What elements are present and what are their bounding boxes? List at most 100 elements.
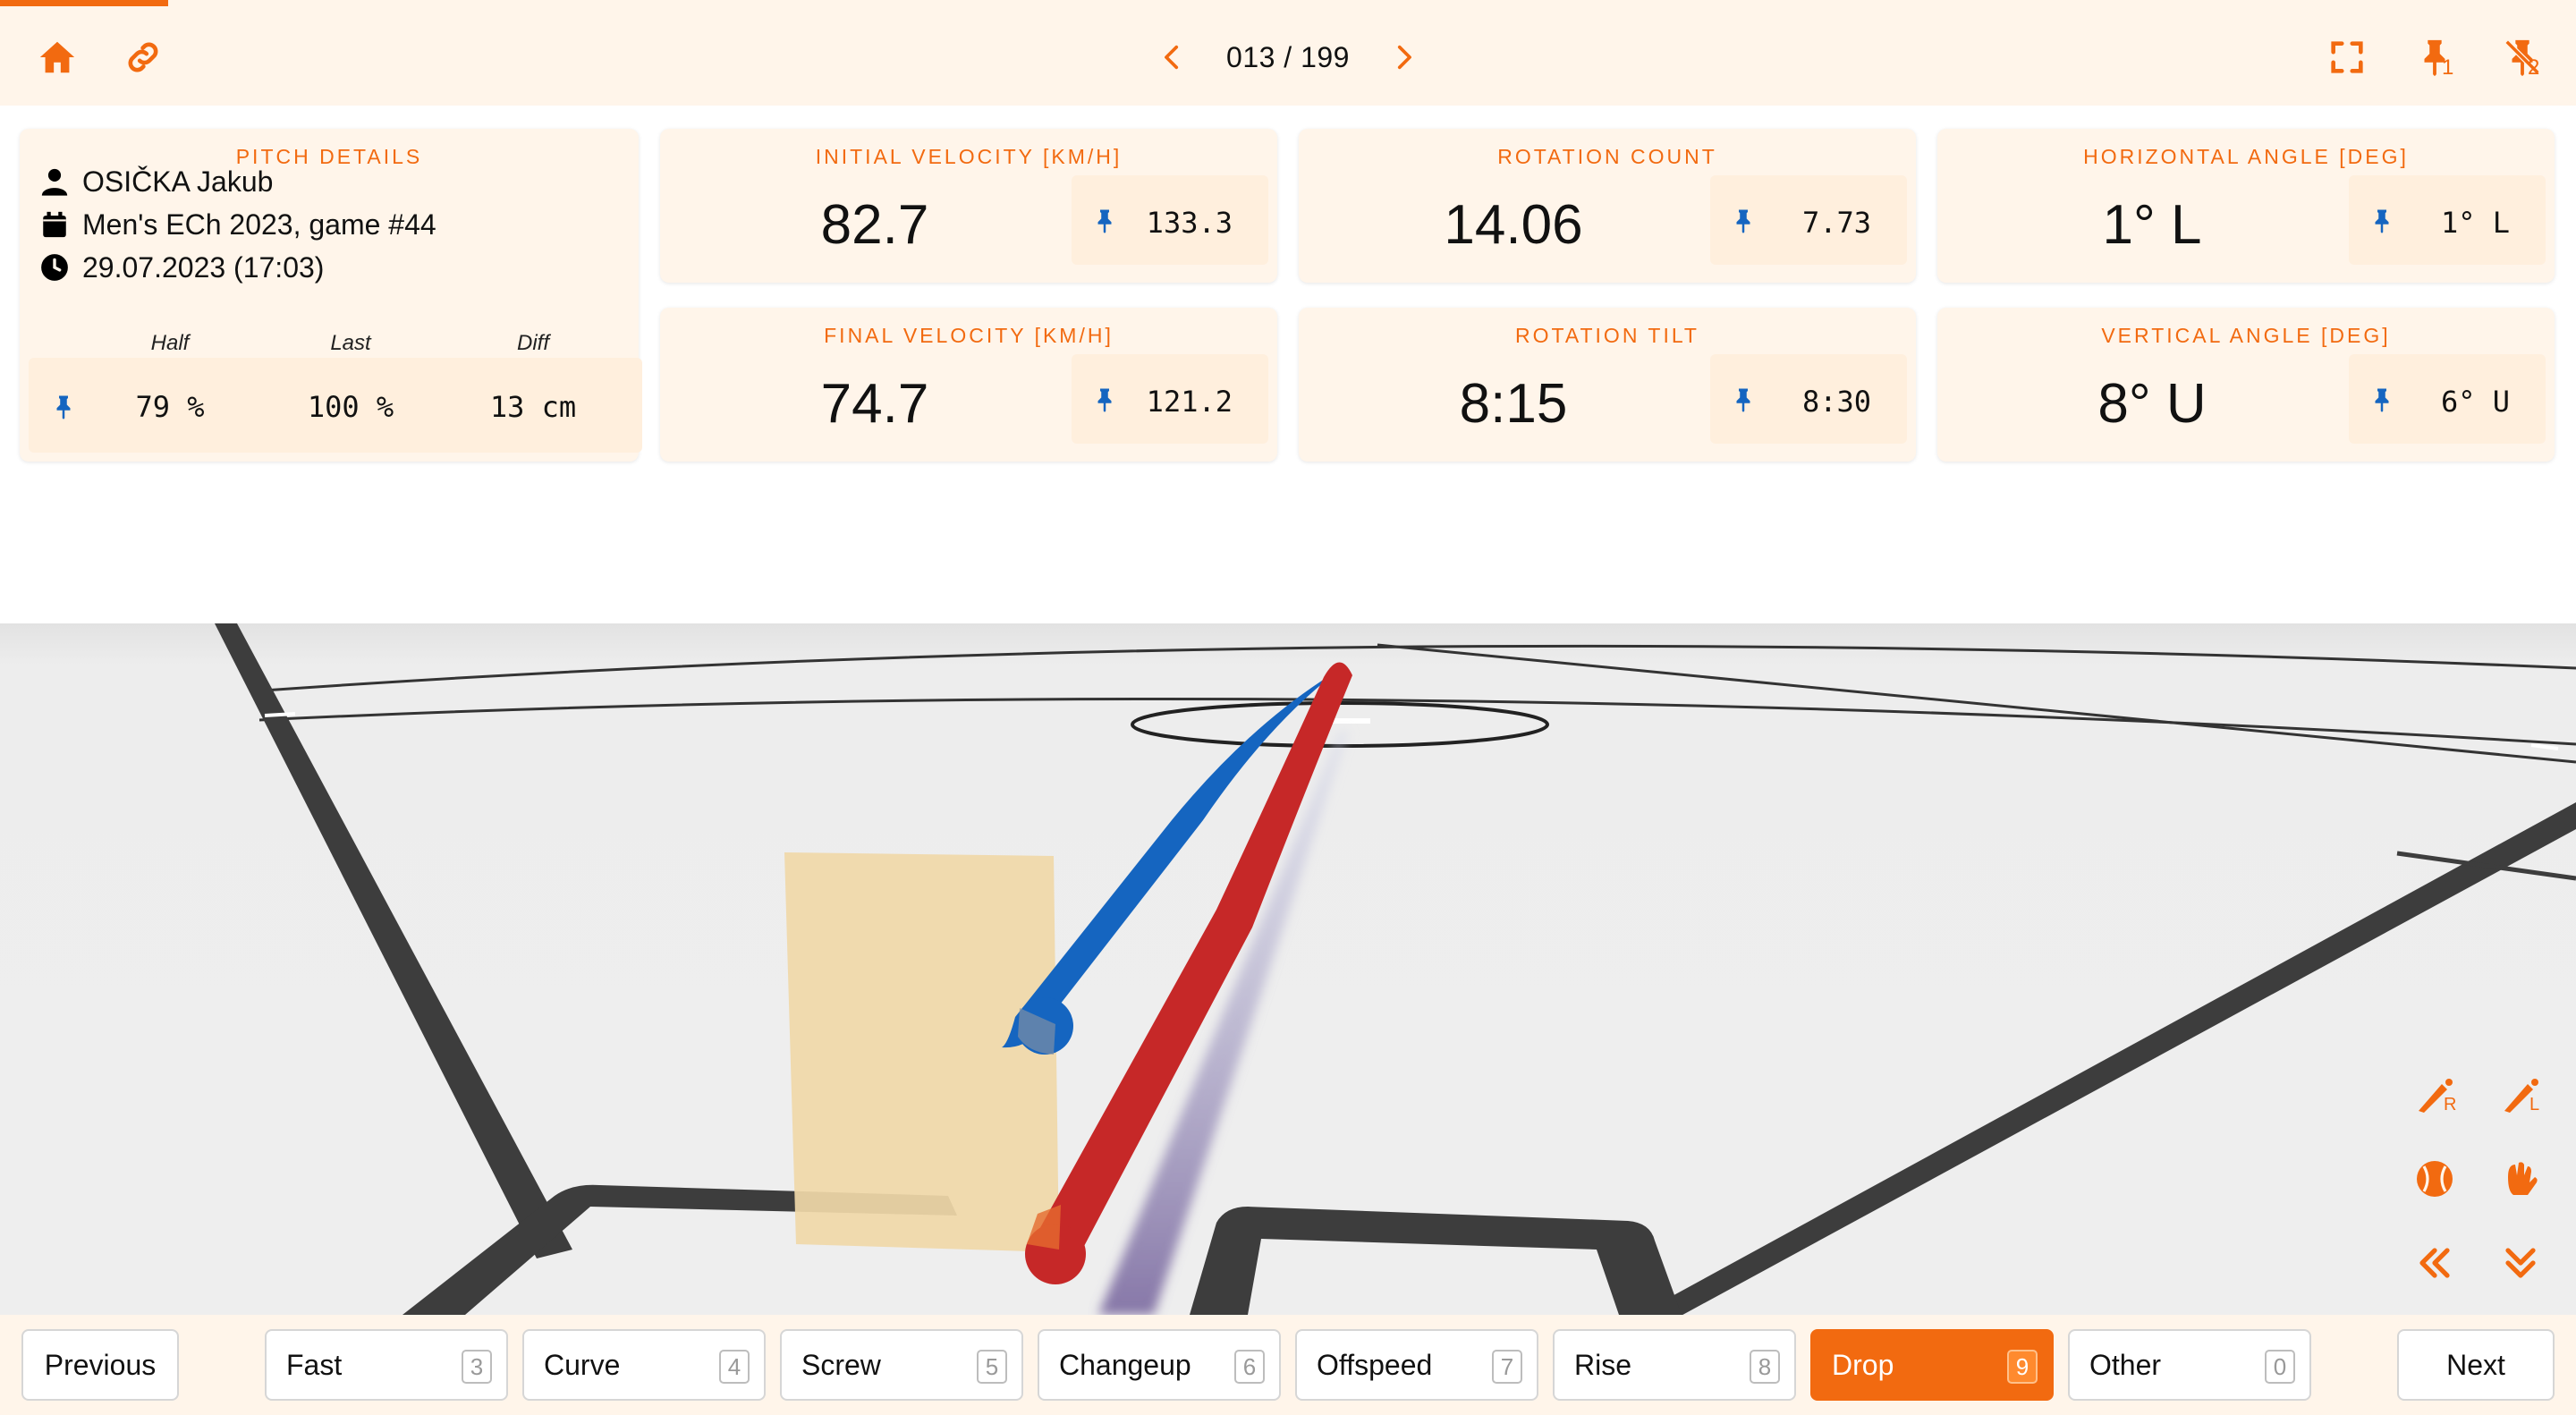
player-name: OSIČKA Jakub [82,165,274,198]
final-velocity-card: FINAL VELOCITY [KM/H] 74.7 121.2 [660,308,1277,462]
pinned-value-box: 121.2 [1072,354,1268,444]
bottom-bar: Previous Fast 3 Curve 4 Screw 5 Changeup… [0,1315,2576,1415]
pin-icon [2375,388,2389,412]
rotation-tilt-card: ROTATION TILT 8:15 8:30 [1299,308,1916,462]
home-icon[interactable] [32,32,82,82]
pitch-type-label: Rise [1574,1348,1632,1381]
double-down-icon[interactable] [2494,1236,2547,1290]
pitch-type-drop-button[interactable]: Drop 9 [1810,1329,2054,1401]
hotkey-badge: 0 [2265,1350,2295,1384]
game-name: Men's ECh 2023, game #44 [82,208,436,241]
pitch-type-label: Fast [286,1348,343,1381]
ball-icon[interactable] [2408,1152,2462,1206]
person-icon [41,168,68,196]
pitch-counter: 013 / 199 [1226,40,1350,73]
pitch-type-label: Drop [1832,1348,1894,1381]
hotkey-badge: 7 [1492,1350,1522,1384]
pinned-value-box: 133.3 [1072,175,1268,265]
card-title: ROTATION TILT [1515,324,1699,347]
hotkey-badge: 8 [1750,1350,1780,1384]
batter-left-icon[interactable]: L [2494,1070,2547,1123]
next-button[interactable]: Next [2397,1329,2555,1401]
pin-icon [1736,388,1750,412]
player-row: OSIČKA Jakub [39,161,273,202]
pinned-value: 133.3 [1146,206,1233,240]
field-3d-view[interactable] [0,623,2576,1315]
datetime-row: 29.07.2023 (17:03) [39,247,324,288]
pitch-type-label: Other [2089,1348,2162,1381]
horizontal-angle-card: HORIZONTAL ANGLE [DEG] 1° L 1° L [1937,129,2555,283]
initial-velocity-card: INITIAL VELOCITY [KM/H] 82.7 133.3 [660,129,1277,283]
stat-half: 79 % [135,390,205,424]
pinned-value: 8:30 [1801,385,1871,419]
game-row: Men's ECh 2023, game #44 [39,204,436,245]
metric-value: 14.06 [1444,194,1583,256]
base-marker-left [264,712,296,717]
pin-icon [56,395,71,419]
pitch-pager: 013 / 199 [1154,32,1422,82]
glove-icon[interactable] [2494,1152,2547,1206]
next-label: Next [2446,1348,2505,1381]
pitch-details-card: PITCH DETAILS OSIČKA Jakub Men's ECh 202… [20,129,642,462]
pin-count: 1 [2442,55,2454,80]
card-title: VERTICAL ANGLE [DEG] [2101,324,2391,347]
metric-value: 82.7 [820,194,929,256]
top-bar: 013 / 199 1 2 [0,0,2576,106]
pitch-type-fast-button[interactable]: Fast 3 [265,1329,508,1401]
metric-value: 1° L [2102,194,2202,256]
metric-value: 8:15 [1459,373,1568,435]
previous-label: Previous [44,1348,157,1381]
batter-right-icon[interactable]: R [2408,1070,2462,1123]
col-head-diff: Diff [517,331,549,355]
pitch-type-label: Offspeed [1317,1348,1433,1381]
pinned-value-box: 1° L [2349,175,2546,265]
chevron-left-icon[interactable] [1155,32,1191,82]
batter-right-label: R [2444,1095,2457,1114]
pitch-type-offspeed-button[interactable]: Offspeed 7 [1295,1329,1538,1401]
fullscreen-icon[interactable] [2322,32,2372,82]
hotkey-badge: 5 [977,1350,1007,1384]
vertical-angle-card: VERTICAL ANGLE [DEG] 8° U 6° U [1937,308,2555,462]
clock-icon [41,254,68,281]
hotkey-badge: 4 [719,1350,750,1384]
pitch-type-curve-button[interactable]: Curve 4 [522,1329,766,1401]
card-title: HORIZONTAL ANGLE [DEG] [2083,145,2409,168]
unpin-count: 2 [2528,55,2540,80]
pinned-value-box: 8:30 [1710,354,1907,444]
link-icon[interactable] [118,32,168,82]
pitch-type-other-button[interactable]: Other 0 [2068,1329,2311,1401]
metric-value: 8° U [2097,373,2207,435]
batter-left-label: L [2529,1095,2540,1114]
pin-icon [1736,209,1750,233]
pin-icon [1097,209,1112,233]
pinned-value: 7.73 [1801,206,1871,240]
chevron-right-icon[interactable] [1385,32,1421,82]
col-head-half: Half [150,331,190,355]
calendar-icon [43,211,66,238]
pin-icon [1097,388,1112,412]
pinned-value: 1° L [2440,206,2510,240]
previous-button[interactable]: Previous [21,1329,179,1401]
pin-icon [2375,209,2389,233]
pitch-datetime: 29.07.2023 (17:03) [82,250,325,284]
double-left-icon[interactable] [2408,1236,2462,1290]
pitch-type-changeup-button[interactable]: Changeup 6 [1038,1329,1281,1401]
strike-zone [784,852,1059,1252]
pitch-type-label: Curve [544,1348,621,1381]
pinned-stats-strip: 79 % 100 % 13 cm [29,358,642,453]
pitch-type-label: Changeup [1059,1348,1191,1381]
hotkey-badge: 9 [2007,1350,2038,1384]
stat-last: 100 % [307,390,394,424]
pitch-type-rise-button[interactable]: Rise 8 [1553,1329,1796,1401]
hotkey-badge: 3 [462,1350,492,1384]
pinned-value: 121.2 [1146,385,1233,419]
pin-off-icon[interactable] [2497,32,2547,82]
stat-diff: 13 cm [489,390,577,424]
card-title: FINAL VELOCITY [KM/H] [824,324,1114,347]
pitch-type-screw-button[interactable]: Screw 5 [780,1329,1023,1401]
col-head-last: Last [330,331,371,355]
pinned-value-box: 7.73 [1710,175,1907,265]
pinned-value: 6° U [2440,385,2510,419]
pitch-type-label: Screw [801,1348,881,1381]
card-title: INITIAL VELOCITY [KM/H] [815,145,1123,168]
